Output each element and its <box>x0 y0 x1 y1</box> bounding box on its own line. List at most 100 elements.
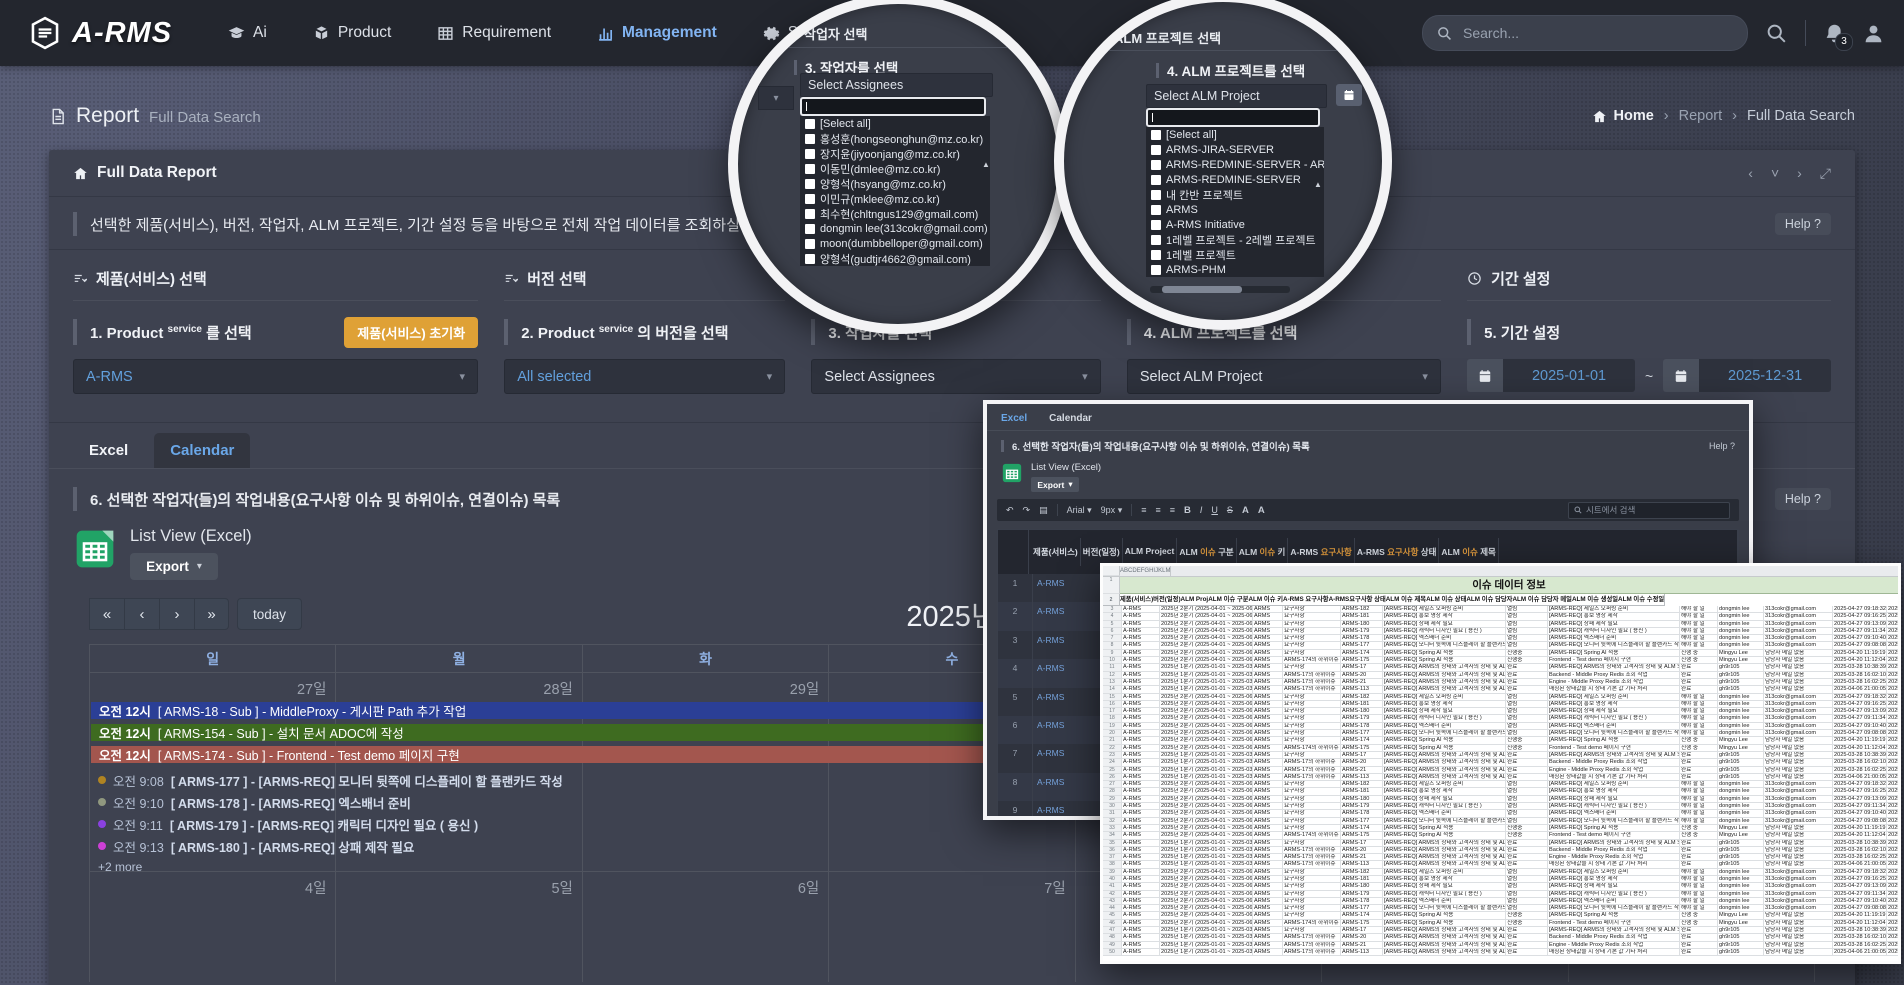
calendar-event-item[interactable]: 오전 9:13 [ ARMS-180 ] - [ARMS-REQ] 상패 제작 … <box>98 835 658 857</box>
version-select[interactable]: All selected ▾ <box>504 359 785 394</box>
calendar-icon[interactable] <box>1467 359 1503 392</box>
date-to-field[interactable]: 2025-12-31 <box>1663 359 1831 392</box>
date-from-field[interactable]: 2025-01-01 <box>1467 359 1635 392</box>
help-button[interactable]: Help ? <box>1775 213 1831 235</box>
assignee-select-open[interactable]: Select Assignees <box>800 73 993 97</box>
panel-title: Full Data Report <box>73 164 217 182</box>
collapse-right-icon[interactable]: › <box>1797 165 1802 182</box>
logo[interactable]: A-RMS <box>28 16 172 50</box>
day-cell[interactable]: 4일 <box>90 872 336 982</box>
assignee-option[interactable]: dongmin lee(313cokr@gmail.com) <box>800 221 990 236</box>
help-button[interactable]: Help ? <box>1775 488 1831 510</box>
tab-calendar[interactable]: Calendar <box>154 433 250 468</box>
checkbox-icon[interactable] <box>805 224 815 234</box>
day-cell[interactable]: 6일 <box>583 872 829 982</box>
breadcrumb-report[interactable]: Report <box>1679 108 1723 124</box>
sort-icon <box>504 272 518 286</box>
calendar-nav-button[interactable]: ‹ <box>124 598 159 630</box>
calendar-nav-button[interactable]: « <box>89 598 124 630</box>
table-icon <box>437 25 454 42</box>
page-subtitle: Full Data Search <box>149 109 261 126</box>
scroll-up-icon[interactable]: ▲ <box>982 160 990 169</box>
global-search[interactable] <box>1422 15 1748 51</box>
checkbox-icon[interactable] <box>1151 160 1161 170</box>
day-cell[interactable]: 7일 <box>829 872 1075 982</box>
assignee-option[interactable]: 양형석(gudtjr4662@gmail.com) <box>800 251 990 266</box>
collapse-left-icon[interactable]: ‹ <box>1748 165 1753 182</box>
product-reset-button[interactable]: 제품(서비스) 초기화 <box>344 317 478 348</box>
alm-project-option[interactable]: ARMS-JIRA-SERVER <box>1146 142 1324 157</box>
alm-project-option[interactable]: 내 칸반 프로젝트 <box>1146 187 1324 202</box>
checkbox-icon[interactable] <box>1151 205 1161 215</box>
assignee-filter-input[interactable] <box>800 97 986 116</box>
calendar-nav-button[interactable]: » <box>194 598 229 630</box>
alm-project-option[interactable]: A-RMS Initiative <box>1146 217 1324 232</box>
assignee-option[interactable]: moon(dumbbelloper@gmail.com) <box>800 236 990 251</box>
calendar-event-item[interactable]: 오전 9:10 [ ARMS-178 ] - [ARMS-REQ] 엑스배너 준… <box>98 791 658 813</box>
expand-icon[interactable]: ⤢ <box>1820 165 1831 182</box>
tab-excel[interactable]: Excel <box>73 433 144 468</box>
checkbox-icon[interactable] <box>805 194 815 204</box>
calendar-event-item[interactable]: 오전 9:08 [ ARMS-177 ] - [ARMS-REQ] 모니터 뒷쪽… <box>98 769 658 791</box>
search-submit-icon[interactable] <box>1766 23 1787 44</box>
assignee-option[interactable]: 이민규(mklee@mz.co.kr) <box>800 191 990 206</box>
export-button[interactable]: Export ▾ <box>130 553 218 580</box>
checkbox-icon[interactable] <box>805 209 815 219</box>
checkbox-icon[interactable] <box>1151 250 1161 260</box>
alm-project-select-open[interactable]: Select ALM Project <box>1146 84 1327 108</box>
alm-project-option[interactable]: ARMS-REDMINE-SERVER - ARMS-RE <box>1146 157 1324 172</box>
assignee-select[interactable]: Select Assignees ▾ <box>811 359 1100 394</box>
alm-project-option[interactable]: 1레벨 프로젝트 <box>1146 247 1324 262</box>
alm-project-option[interactable]: [Select all] <box>1146 127 1324 142</box>
assignee-option[interactable]: 이동민(dmlee@mz.co.kr) <box>800 161 990 176</box>
more-events-link[interactable]: +2 more <box>98 860 142 874</box>
menu-ai[interactable]: Ai <box>228 24 267 42</box>
calendar-icon[interactable] <box>1663 359 1699 392</box>
checkbox-icon[interactable] <box>1151 145 1161 155</box>
user-icon[interactable] <box>1863 23 1884 44</box>
checkbox-icon[interactable] <box>1151 235 1161 245</box>
scrollbar-thumb[interactable] <box>1162 286 1242 293</box>
checkbox-icon[interactable] <box>1151 130 1161 140</box>
today-button[interactable]: today <box>237 598 302 630</box>
checkbox-icon[interactable] <box>1151 265 1161 275</box>
checkbox-icon[interactable] <box>1151 220 1161 230</box>
checkbox-icon[interactable] <box>1151 175 1161 185</box>
alm-project-filter-input[interactable] <box>1146 108 1320 127</box>
alm-project-option[interactable]: ARMS-REDMINE-SERVER <box>1146 172 1324 187</box>
assignee-option[interactable]: 홍성훈(hongseonghun@mz.co.kr) <box>800 131 990 146</box>
collapse-down-icon[interactable]: ˅ <box>1771 165 1779 182</box>
checkbox-icon[interactable] <box>805 239 815 249</box>
search-input[interactable] <box>1461 24 1733 42</box>
horizontal-scrollbar[interactable] <box>1150 286 1290 293</box>
calendar-event-item[interactable]: 오전 9:11 [ ARMS-179 ] - [ARMS-REQ] 캐릭터 디자… <box>98 813 658 835</box>
row-number <box>1103 686 1122 693</box>
alm-project-select[interactable]: Select ALM Project ▾ <box>1127 359 1441 394</box>
checkbox-icon[interactable] <box>805 134 815 144</box>
assignee-option[interactable]: 장지윤(jiyoonjang@mz.co.kr) <box>800 146 990 161</box>
checkbox-icon[interactable] <box>1151 190 1161 200</box>
alm-project-option[interactable]: 1레벨 프로젝트 - 2레벨 프로젝트 <box>1146 232 1324 247</box>
row-number <box>1103 861 1122 868</box>
scroll-up-icon[interactable]: ▲ <box>1314 180 1322 189</box>
calendar-nav-button[interactable]: › <box>159 598 194 630</box>
checkbox-icon[interactable] <box>805 119 815 129</box>
assignee-option[interactable]: [Select all] <box>800 116 990 131</box>
checkbox-icon[interactable] <box>805 179 815 189</box>
assignee-option[interactable]: 최수현(chltngus129@gmail.com) <box>800 206 990 221</box>
assignee-option[interactable]: 양형석(hsyang@mz.co.kr) <box>800 176 990 191</box>
alm-project-option[interactable]: ARMS-PHM <box>1146 262 1324 277</box>
sheet-row: A-RMS2025년 2분기 (2025-04-01 ~ 2025-06-30)… <box>1103 701 1898 708</box>
menu-product[interactable]: Product <box>313 24 391 42</box>
product-select[interactable]: A-RMS ▾ <box>73 359 478 394</box>
breadcrumb-home[interactable]: Home <box>1592 108 1653 124</box>
menu-requirement[interactable]: Requirement <box>437 24 551 42</box>
checkbox-icon[interactable] <box>805 149 815 159</box>
checkbox-icon[interactable] <box>805 164 815 174</box>
checkbox-icon[interactable] <box>805 254 815 264</box>
menu-management[interactable]: Management <box>597 24 717 42</box>
notifications-button[interactable]: 3 <box>1824 23 1845 44</box>
text-cursor <box>806 102 807 111</box>
day-cell[interactable]: 5일 <box>336 872 582 982</box>
alm-project-option[interactable]: ARMS <box>1146 202 1324 217</box>
